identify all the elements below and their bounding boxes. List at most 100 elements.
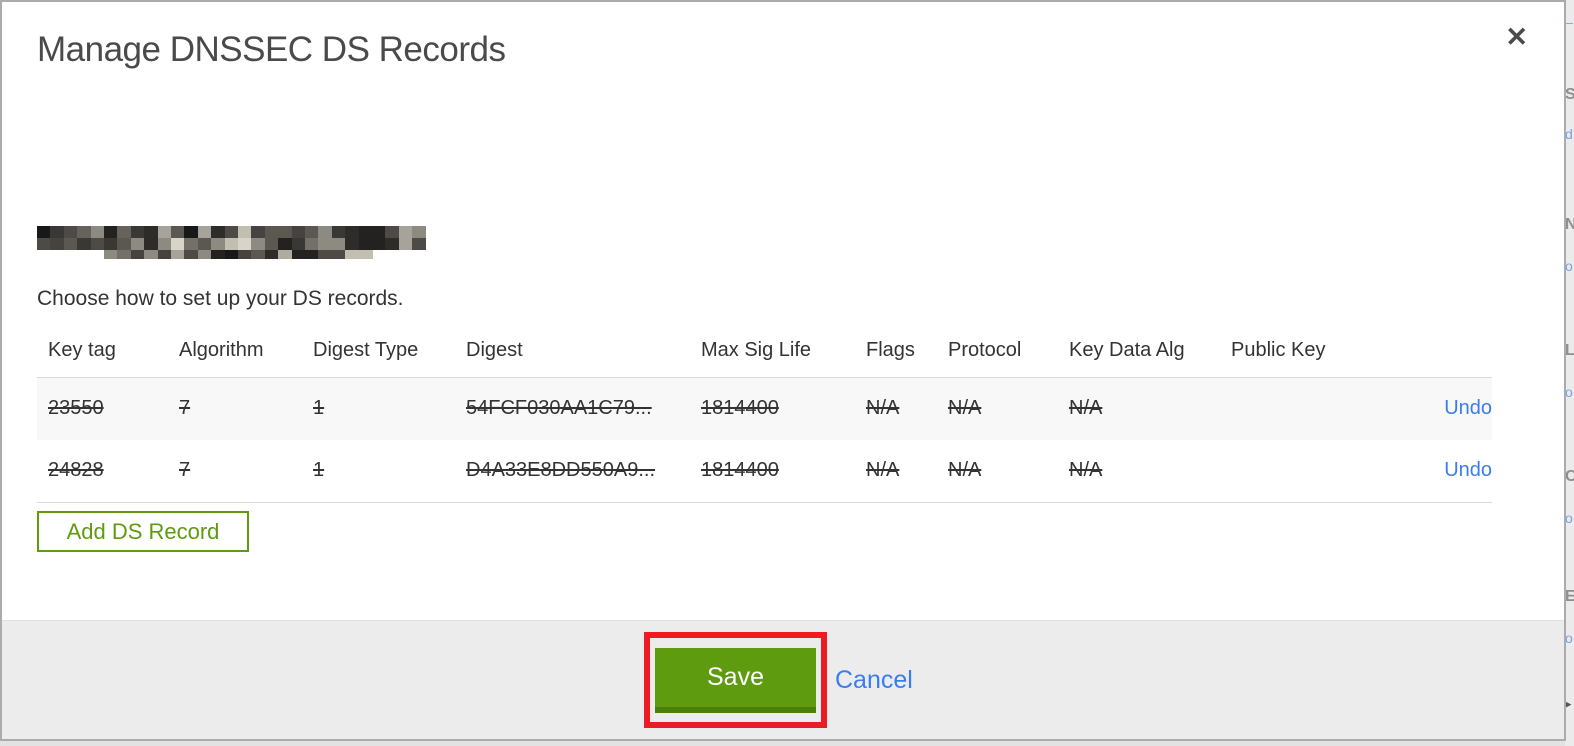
cell-digest: D4A33E8DD550A9...	[455, 440, 690, 503]
redaction-pixel	[278, 250, 293, 259]
cell-algorithm: 7	[168, 440, 302, 503]
redaction-pixel	[104, 250, 118, 259]
column-header: Public Key	[1231, 339, 1326, 361]
background-text-fragment: _	[1565, 8, 1573, 24]
cell-value: 1	[313, 397, 325, 420]
annotation-highlight-box: Save	[644, 632, 827, 728]
ds-records-table: Key tag Algorithm Digest Type Digest Max Sig…	[37, 329, 1492, 503]
redaction-pixel	[144, 226, 159, 238]
cell-value: 7	[179, 397, 191, 420]
redaction-pixel	[291, 226, 306, 238]
cell-key-tag: 23550	[37, 378, 168, 440]
cell-digest: 54FCF030AA1C79...	[455, 378, 690, 440]
cell-public-key	[1220, 378, 1420, 440]
redaction-pixel	[345, 226, 360, 238]
redaction-pixel	[318, 238, 333, 250]
column-header-action	[1420, 329, 1492, 378]
redaction-pixel	[130, 238, 145, 250]
redaction-pixel	[197, 226, 212, 238]
redaction-pixel	[197, 250, 212, 259]
redaction-pixel	[184, 238, 199, 250]
redaction-pixel	[412, 226, 427, 238]
column-header: Max Sig Life	[701, 339, 812, 361]
redaction-pixel	[398, 238, 413, 250]
cell-value: D4A33E8DD550A9...	[466, 459, 656, 482]
redaction-pixel	[264, 226, 279, 238]
cell-value: N/A	[866, 397, 900, 420]
redaction-pixel	[90, 226, 105, 238]
column-header: Digest	[466, 339, 523, 361]
redaction-pixel	[224, 226, 239, 238]
cell-value: 23550	[48, 397, 104, 420]
redaction-pixel	[157, 250, 172, 259]
ds-table-body: 23550 7 1 54FCF030AA1C79... 1814400 N/A N/A N/A…	[37, 377, 1492, 503]
background-text-fragment: E	[1565, 588, 1574, 605]
background-text-fragment: o	[1565, 258, 1573, 274]
close-icon[interactable]: ✕	[1505, 24, 1528, 51]
redaction-pixel	[305, 250, 319, 259]
redaction-pixel	[251, 238, 266, 250]
redaction-pixel	[345, 238, 360, 250]
redaction-pixel	[130, 226, 145, 238]
redaction-pixel	[358, 226, 373, 238]
redacted-domain-name	[37, 226, 427, 268]
redaction-pixel	[37, 238, 51, 250]
redaction-pixel	[50, 226, 65, 238]
redaction-pixel	[372, 238, 386, 250]
redaction-pixel	[372, 226, 386, 238]
cell-max-sig-life: 1814400	[690, 378, 855, 440]
redaction-pixel	[184, 226, 199, 238]
background-text-fragment: o	[1565, 630, 1573, 646]
redaction-pixel	[238, 226, 252, 238]
redaction-pixel	[157, 226, 172, 238]
cell-public-key	[1220, 440, 1420, 503]
background-text-fragment: o	[1565, 510, 1573, 526]
redaction-pixel	[157, 238, 172, 250]
redaction-pixel	[63, 238, 78, 250]
redaction-pixel	[331, 250, 346, 259]
redaction-pixel	[197, 238, 212, 250]
cell-action: Undo	[1420, 440, 1492, 503]
cell-max-sig-life: 1814400	[690, 440, 855, 503]
add-ds-record-button[interactable]: Add DS Record	[37, 511, 249, 552]
redaction-pixel	[385, 226, 400, 238]
cell-value: 1	[313, 459, 325, 482]
redaction-pixel	[264, 250, 279, 259]
redaction-pixel	[331, 238, 346, 250]
redaction-pixel	[305, 226, 319, 238]
cancel-link[interactable]: Cancel	[835, 666, 913, 695]
redaction-pixel	[104, 238, 118, 250]
background-text-fragment: o	[1565, 384, 1573, 400]
redaction-pixel	[358, 250, 373, 259]
redaction-pixel	[238, 250, 252, 259]
undo-link[interactable]: Undo	[1444, 459, 1492, 481]
undo-link[interactable]: Undo	[1444, 397, 1492, 419]
page-background: _ Sd No Lo Co Eo ▸ Manage DNSSEC DS Records ✕ …	[0, 0, 1574, 746]
redaction-pixel	[238, 238, 252, 250]
redaction-pixel	[144, 250, 159, 259]
cell-digest-type: 1	[302, 378, 455, 440]
column-header: Algorithm	[179, 339, 264, 361]
table-header-row: Key tag Algorithm Digest Type Digest Max Sig…	[37, 329, 1492, 378]
cell-key-data-alg: N/A	[1058, 440, 1220, 503]
subtitle-text: Choose how to set up your DS records.	[37, 287, 404, 310]
table-row: 23550 7 1 54FCF030AA1C79... 1814400 N/A N/A N/A…	[37, 377, 1492, 440]
background-text-fragment: S	[1565, 86, 1574, 103]
cell-value: N/A	[1069, 459, 1103, 482]
redaction-pixel	[305, 238, 319, 250]
redaction-pixel	[385, 238, 400, 250]
cell-algorithm: 7	[168, 378, 302, 440]
redaction-pixel	[358, 238, 373, 250]
redaction-pixel	[291, 250, 306, 259]
redaction-pixel	[224, 250, 239, 259]
redaction-pixel	[130, 250, 145, 259]
column-header: Key Data Alg	[1069, 339, 1185, 361]
redaction-pixel	[184, 250, 199, 259]
cell-protocol: N/A	[937, 440, 1058, 503]
cell-value: 1814400	[701, 459, 779, 482]
cell-flags: N/A	[855, 440, 937, 503]
table-header: Key tag Algorithm Digest Type Digest Max Sig…	[37, 329, 1492, 378]
cell-flags: N/A	[855, 378, 937, 440]
save-button[interactable]: Save	[655, 647, 816, 713]
cell-value: 7	[179, 459, 191, 482]
